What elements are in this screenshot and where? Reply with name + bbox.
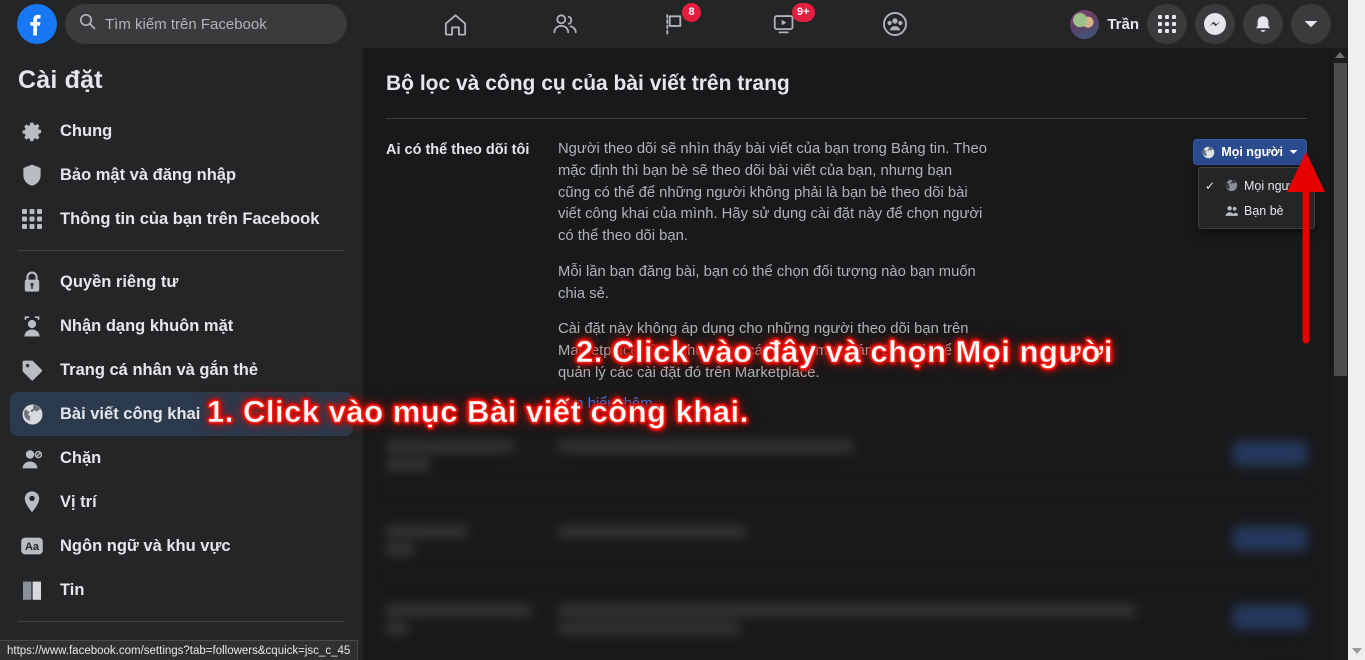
- tag-icon: [18, 356, 46, 384]
- sidebar-divider-bottom: [18, 621, 345, 622]
- sidebar-item-label: Tin: [60, 580, 85, 599]
- chevron-down-icon: [1304, 21, 1318, 28]
- obscured-settings-section: [363, 413, 1332, 660]
- scroll-down-button[interactable]: [1350, 644, 1364, 658]
- audience-button-label: Mọi người: [1221, 145, 1283, 159]
- sidebar-title: Cài đặt: [18, 66, 103, 94]
- table-row[interactable]: [363, 427, 1332, 491]
- search-input[interactable]: [105, 15, 333, 33]
- nav-groups[interactable]: [840, 0, 950, 48]
- setting-label: Ai có thể theo dõi tôi: [386, 142, 530, 158]
- profile-name: Trần: [1107, 15, 1139, 33]
- sidebar-item-label: Nhận dạng khuôn mặt: [60, 316, 234, 335]
- sidebar-item-tin[interactable]: Tin: [10, 568, 353, 612]
- nav-watch[interactable]: 9+: [730, 0, 840, 48]
- sidebar-item-vi-tri[interactable]: Vị trí: [10, 480, 353, 524]
- annotation-step-1: 1. Click vào mục Bài viết công khai.: [207, 394, 749, 430]
- sidebar-item-ngon-ngu[interactable]: Aa Ngôn ngữ và khu vực: [10, 524, 353, 568]
- nav-home[interactable]: [400, 0, 510, 48]
- annotation-step-2: 2. Click vào đây và chọn Mọi người: [576, 334, 1113, 370]
- notifications-button[interactable]: [1243, 4, 1283, 44]
- triangle-down-icon: [1352, 648, 1362, 654]
- sidebar-item-nhan-dang-khuon-mat[interactable]: Nhận dạng khuôn mặt: [10, 304, 353, 348]
- facebook-top-bar: 8 9+: [0, 0, 1348, 48]
- sidebar-item-thong-tin[interactable]: Thông tin của bạn trên Facebook: [10, 197, 353, 241]
- grid-icon: [1158, 15, 1176, 33]
- menu-grid-button[interactable]: [1147, 4, 1187, 44]
- sidebar-item-label: Quyền riêng tư: [60, 272, 179, 291]
- triangle-up-icon: [1335, 52, 1345, 58]
- profile-shortcut[interactable]: Trần: [1070, 9, 1139, 39]
- sidebar-item-label: Ngôn ngữ và khu vực: [60, 536, 231, 555]
- table-row[interactable]: [363, 492, 1332, 576]
- sidebar-item-quyen-rieng-tu[interactable]: Quyền riêng tư: [10, 260, 353, 304]
- sidebar-item-label: Chặn: [60, 448, 102, 467]
- account-chevron-button[interactable]: [1291, 4, 1331, 44]
- nav-watch-badge: 9+: [792, 3, 815, 22]
- shield-icon: [18, 161, 46, 189]
- dropdown-option-label: Bạn bè: [1244, 203, 1284, 218]
- sidebar-item-label: Thông tin của bạn trên Facebook: [60, 209, 320, 228]
- description-paragraph-2: Mỗi lần bạn đăng bài, bạn có thể chọn đố…: [558, 263, 976, 302]
- grid-icon: [18, 205, 46, 233]
- home-icon: [444, 13, 466, 36]
- scroll-up-button[interactable]: [1332, 48, 1348, 62]
- bell-icon: [1256, 15, 1270, 32]
- account-navigation: Trần: [1070, 0, 1331, 48]
- description-paragraph-1: Người theo dõi sẽ nhìn thấy bài viết của…: [558, 141, 987, 244]
- page-scrollbar-thumb[interactable]: [1334, 63, 1347, 376]
- friends-icon: [1225, 205, 1238, 216]
- nav-pages-badge: 8: [682, 3, 701, 22]
- lock-icon: [18, 268, 46, 296]
- sidebar-item-label: Bảo mật và đăng nhập: [60, 165, 237, 184]
- red-up-arrow: [1287, 152, 1325, 344]
- nav-friends[interactable]: [510, 0, 620, 48]
- avatar: [1070, 9, 1100, 39]
- sidebar-divider: [18, 250, 345, 251]
- sidebar-item-bao-mat[interactable]: Bảo mật và đăng nhập: [10, 153, 353, 197]
- page-title: Bộ lọc và công cụ của bài viết trên tran…: [386, 72, 790, 95]
- book-icon: [18, 576, 46, 604]
- messenger-button[interactable]: [1195, 4, 1235, 44]
- globe-icon: [1225, 179, 1238, 192]
- block-user-icon: [18, 444, 46, 472]
- sidebar-item-chan[interactable]: Chặn: [10, 436, 353, 480]
- sidebar-item-label: Vị trí: [60, 492, 97, 511]
- globe-icon: [18, 400, 46, 428]
- sidebar-item-label: Bài viết công khai: [60, 404, 201, 423]
- setting-description: Người theo dõi sẽ nhìn thấy bài viết của…: [558, 139, 1187, 413]
- globe-icon: [1203, 146, 1215, 158]
- face-icon: [18, 312, 46, 340]
- friends-icon: [553, 14, 577, 34]
- nav-pages[interactable]: 8: [620, 0, 730, 48]
- sidebar-item-label: Trang cá nhân và gắn thẻ: [60, 360, 259, 379]
- messenger-icon: [1204, 13, 1226, 35]
- gear-icon: [18, 117, 46, 145]
- svg-text:Aa: Aa: [25, 541, 40, 553]
- primary-navigation: 8 9+: [400, 0, 950, 48]
- browser-status-bar: https://www.facebook.com/settings?tab=fo…: [0, 640, 359, 660]
- search-icon: [79, 13, 96, 35]
- sidebar-item-chung[interactable]: Chung: [10, 109, 353, 153]
- settings-sidebar: Cài đặt Chung Bảo mật và đăng nhập Thông…: [0, 48, 363, 660]
- aa-icon: Aa: [18, 532, 46, 560]
- edit-button[interactable]: [1233, 604, 1307, 630]
- browser-viewport: 8 9+: [0, 0, 1365, 660]
- sidebar-item-label: Chung: [60, 121, 113, 140]
- facebook-logo[interactable]: [17, 4, 57, 44]
- check-icon: ✓: [1205, 178, 1216, 193]
- pin-icon: [18, 488, 46, 516]
- search-box[interactable]: [65, 4, 347, 44]
- edit-button[interactable]: [1233, 440, 1307, 466]
- table-row[interactable]: [363, 577, 1332, 655]
- facebook-f-icon: [30, 14, 41, 36]
- sidebar-item-trang-ca-nhan[interactable]: Trang cá nhân và gắn thẻ: [10, 348, 353, 392]
- groups-icon: [883, 12, 907, 36]
- status-bar-url: https://www.facebook.com/settings?tab=fo…: [7, 644, 351, 657]
- edit-button[interactable]: [1233, 525, 1307, 551]
